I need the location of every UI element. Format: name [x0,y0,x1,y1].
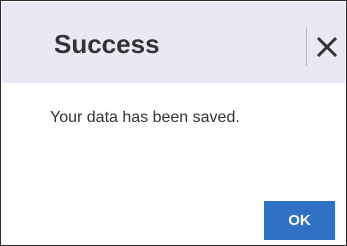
header-divider [306,27,307,66]
dialog-message: Your data has been saved. [50,109,240,126]
close-icon [316,36,338,58]
close-button[interactable] [314,28,344,62]
success-dialog: Success Your data has been saved. OK [0,0,347,246]
ok-button[interactable]: OK [264,201,335,240]
dialog-header: Success [2,2,345,83]
dialog-title: Success [54,29,160,59]
